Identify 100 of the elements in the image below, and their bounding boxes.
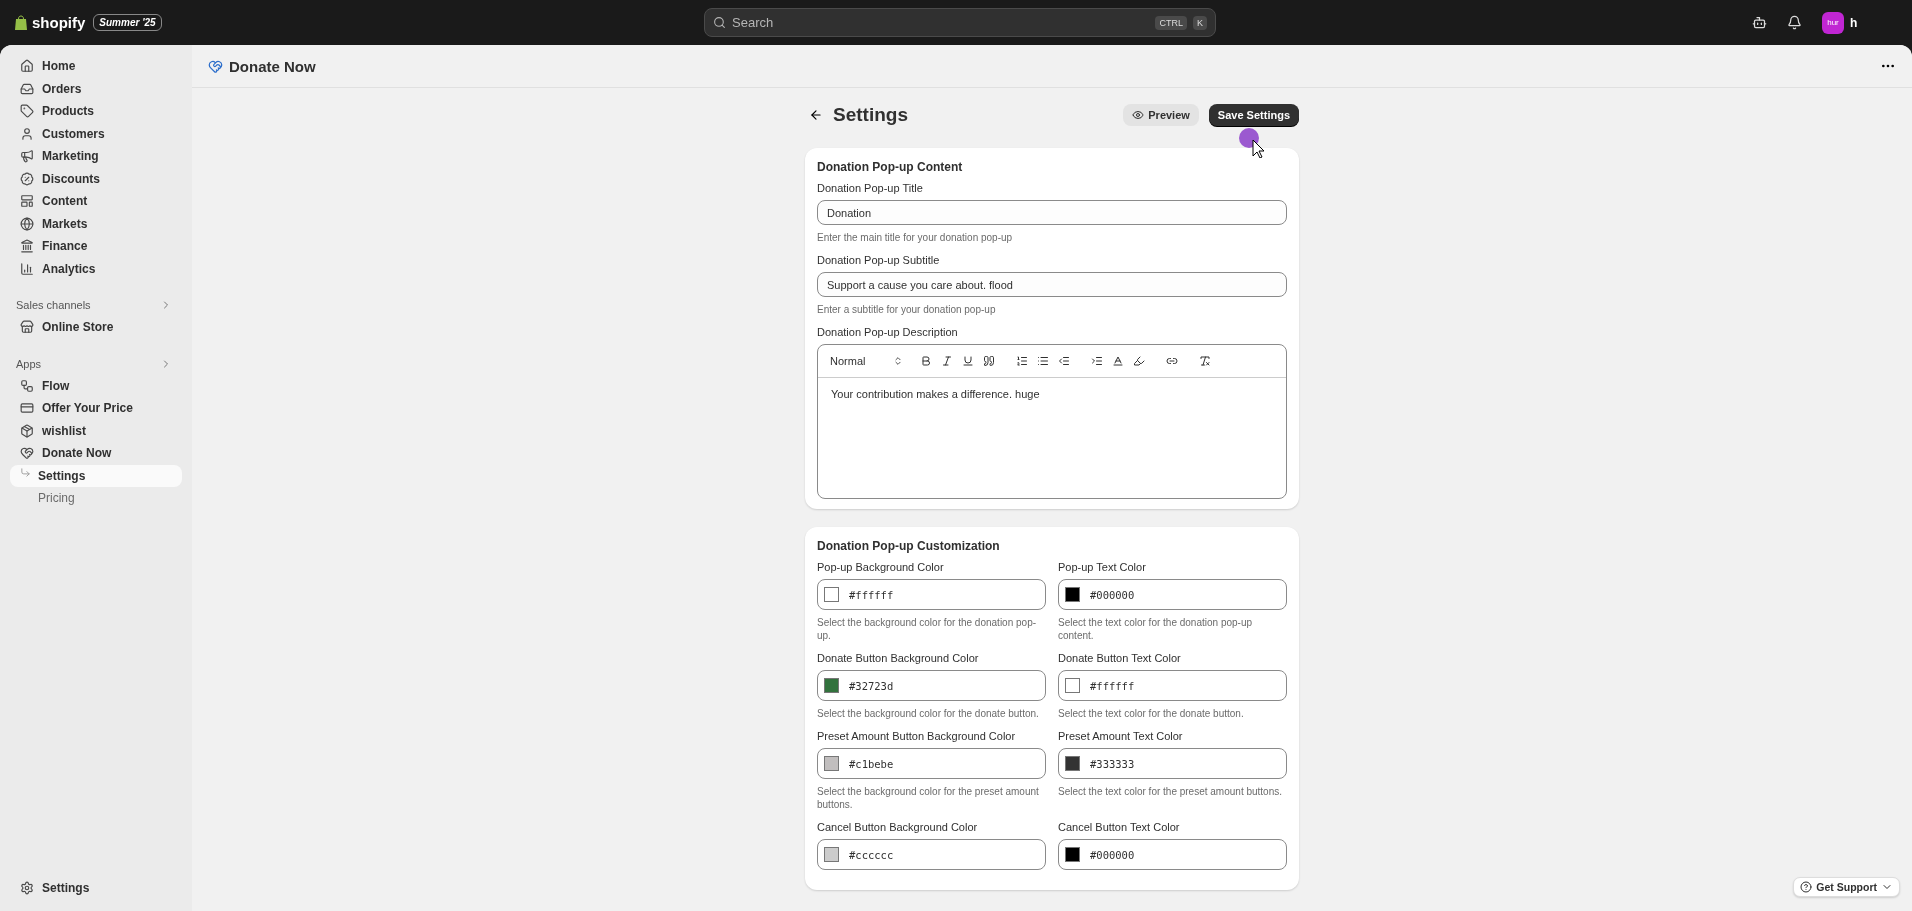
sidebar-item[interactable]: wishlist: [10, 419, 182, 442]
field-label: Cancel Button Background Color: [817, 821, 979, 833]
sidebar-item[interactable]: Content: [10, 190, 182, 213]
notification-icon[interactable]: [1787, 15, 1802, 30]
sidebar-item[interactable]: Finance: [10, 235, 182, 258]
link-icon[interactable]: [1166, 355, 1179, 367]
inbox-icon: [20, 81, 34, 96]
color-field[interactable]: #cccccc: [817, 839, 1046, 870]
format-select[interactable]: Normal: [830, 355, 904, 367]
input-field[interactable]: Donation: [817, 200, 1287, 225]
bank-icon: [20, 239, 34, 254]
page-title: Settings: [833, 104, 908, 126]
outdent-icon[interactable]: [1058, 355, 1071, 367]
underline-icon[interactable]: [962, 355, 975, 367]
help-text: Select the text color for the donate button.: [1058, 707, 1245, 720]
save-button[interactable]: Save Settings: [1208, 104, 1299, 126]
support-button[interactable]: Get Support: [1793, 877, 1900, 897]
field-label: Preset Amount Text Color: [1058, 730, 1184, 742]
field-label: Donate Button Text Color: [1058, 652, 1182, 664]
indent-icon[interactable]: [1091, 355, 1104, 367]
sidebar-item[interactable]: Home: [10, 55, 182, 78]
user-name: h: [1850, 15, 1859, 30]
color-swatch[interactable]: [1065, 587, 1080, 602]
color-field[interactable]: #000000: [1058, 579, 1287, 610]
help-text: Select the background color for the donation pop-up.: [817, 616, 1038, 642]
color-swatch[interactable]: [824, 587, 839, 602]
color-value: #000000: [1090, 848, 1135, 861]
bullet-list-icon[interactable]: [1037, 355, 1050, 367]
color-field[interactable]: #ffffff: [1058, 670, 1287, 701]
help-text: Enter a subtitle for your donation pop-up: [817, 303, 997, 316]
rich-text-editor[interactable]: Normal Your contribution makes a difference. huge: [817, 344, 1287, 499]
search-field[interactable]: Search CTRL K: [704, 8, 1216, 37]
assistant-icon[interactable]: [1752, 15, 1767, 30]
field-label: Pop-up Background Color: [817, 561, 945, 573]
preview-button[interactable]: Preview: [1123, 104, 1199, 126]
sidebar-item[interactable]: Analytics: [10, 257, 182, 280]
back-arrow-icon[interactable]: [809, 108, 823, 122]
avatar[interactable]: hur: [1822, 11, 1844, 34]
text-color-icon[interactable]: [1112, 355, 1125, 367]
package-icon: [20, 423, 34, 438]
input-field[interactable]: Support a cause you care about. flood: [817, 272, 1287, 297]
sidebar-item[interactable]: Discounts: [10, 167, 182, 190]
sidebar-item[interactable]: Online Store: [10, 316, 182, 339]
sidebar-subitem[interactable]: Pricing: [10, 487, 182, 510]
card-title: Donation Pop-up Content: [817, 160, 964, 174]
tree-branch-icon: [20, 466, 31, 478]
card-title: Donation Pop-up Customization: [817, 539, 1001, 553]
color-swatch[interactable]: [1065, 756, 1080, 771]
help-text: Select the text color for the preset amount buttons.: [1058, 785, 1283, 798]
quote-icon[interactable]: [983, 355, 996, 367]
shortcut-key: K: [1193, 15, 1207, 30]
color-field[interactable]: #32723d: [817, 670, 1046, 701]
app-title: Donate Now: [229, 57, 316, 75]
tag-icon: [20, 104, 34, 119]
color-value: #000000: [1090, 588, 1135, 601]
italic-icon[interactable]: [941, 355, 954, 367]
section-heading: Sales channels: [16, 299, 91, 311]
shortcut-key: CTRL: [1155, 15, 1187, 30]
sidebar-subitem[interactable]: Settings: [10, 464, 182, 487]
color-field[interactable]: #333333: [1058, 748, 1287, 779]
sidebar-item[interactable]: Products: [10, 100, 182, 123]
sidebar-item[interactable]: Marketing: [10, 145, 182, 168]
sidebar-item[interactable]: Customers: [10, 122, 182, 145]
numbered-list-icon[interactable]: [1016, 355, 1029, 367]
color-field[interactable]: #c1bebe: [817, 748, 1046, 779]
color-field[interactable]: #ffffff: [817, 579, 1046, 610]
color-value: #ffffff: [1090, 679, 1135, 692]
color-swatch[interactable]: [824, 678, 839, 693]
flow-icon: [20, 378, 34, 393]
sidebar-item[interactable]: Donate Now: [10, 442, 182, 465]
search-placeholder: Search: [732, 15, 775, 30]
sidebar-item[interactable]: Flow: [10, 374, 182, 397]
color-swatch[interactable]: [824, 847, 839, 862]
color-value: #cccccc: [849, 848, 894, 861]
megaphone-icon: [20, 149, 34, 164]
edition-badge: Summer '25: [93, 14, 162, 31]
editor-text: Your contribution makes a difference. huge: [830, 387, 1041, 402]
color-field[interactable]: #000000: [1058, 839, 1287, 870]
bag-logo-icon: [14, 14, 28, 31]
discount-icon: [20, 171, 34, 186]
help-text: Select the background color for the preset amount buttons.: [817, 785, 1040, 811]
color-swatch[interactable]: [1065, 678, 1080, 693]
eye-icon: [1132, 109, 1145, 121]
color-value: #ffffff: [849, 588, 894, 601]
home-icon: [20, 59, 34, 74]
help-icon: [1800, 881, 1813, 893]
settings-icon: [20, 880, 34, 895]
field-label: Pop-up Text Color: [1058, 561, 1147, 573]
highlight-icon[interactable]: [1133, 355, 1146, 367]
sidebar-item[interactable]: Markets: [10, 212, 182, 235]
clear-format-icon[interactable]: [1199, 355, 1212, 367]
section-heading: Apps: [16, 357, 42, 370]
sidebar-item[interactable]: Orders: [10, 77, 182, 100]
sidebar-item[interactable]: Settings: [10, 876, 182, 899]
color-swatch[interactable]: [824, 756, 839, 771]
help-text: Enter the main title for your donation pop-up: [817, 231, 1014, 244]
color-swatch[interactable]: [1065, 847, 1080, 862]
sidebar-item[interactable]: Offer Your Price: [10, 397, 182, 420]
bold-icon[interactable]: [920, 355, 933, 367]
field-label: Donation Pop-up Description: [817, 326, 959, 338]
